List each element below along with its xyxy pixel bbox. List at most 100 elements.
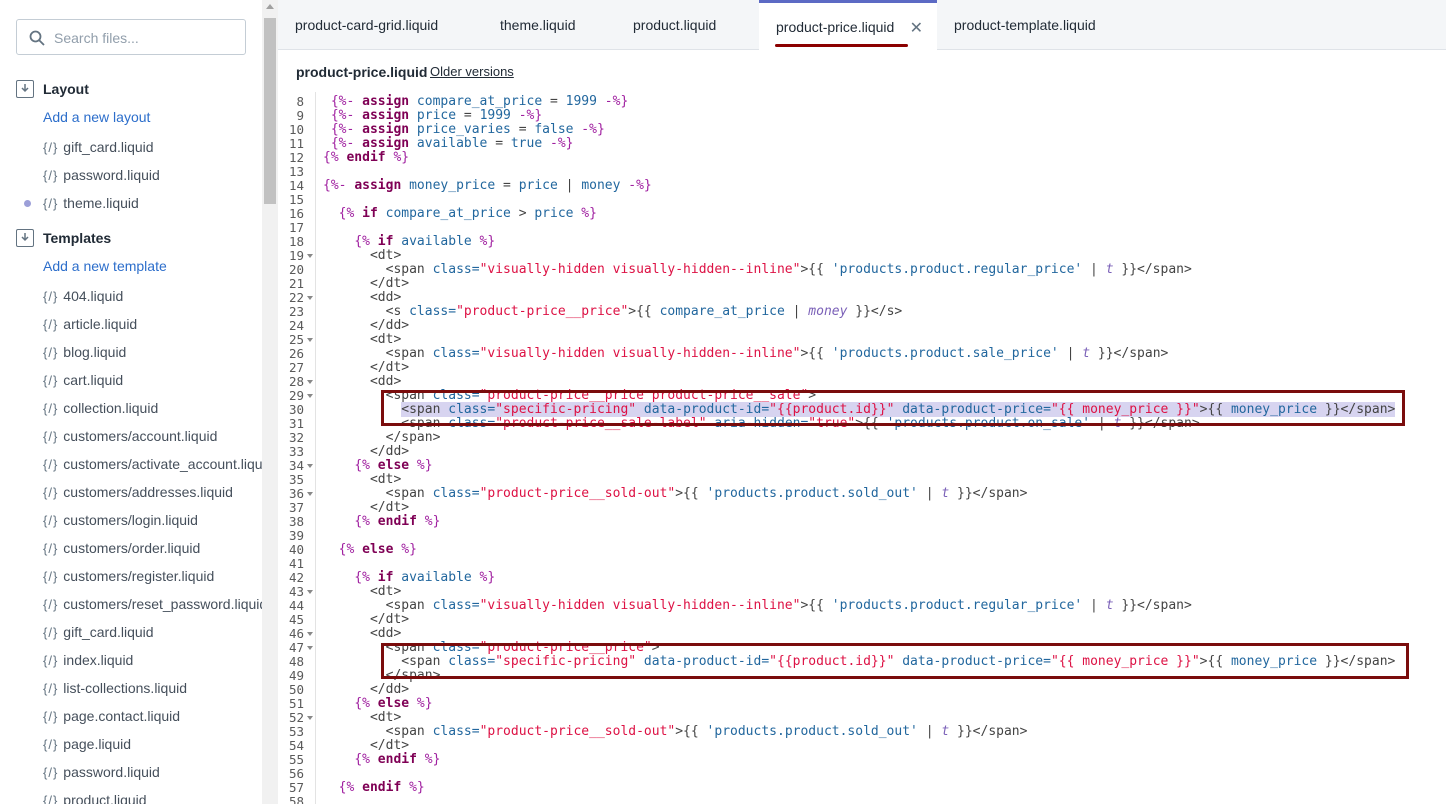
folder-download-icon	[16, 229, 34, 247]
tab-label: product-price.liquid	[776, 19, 895, 35]
sidebar-file-item[interactable]: {/} password.liquid	[43, 762, 160, 782]
fold-arrow-icon[interactable]	[307, 380, 313, 384]
sidebar-file-item[interactable]: {/} gift_card.liquid	[43, 622, 154, 642]
sidebar-file-label: 404.liquid	[63, 288, 124, 304]
line-number: 39	[288, 528, 304, 543]
sidebar-file-label: gift_card.liquid	[63, 139, 154, 155]
code-line: {% endif %}	[354, 514, 441, 529]
code-line: <span class="visually-hidden visually-hi…	[385, 262, 1192, 277]
annotation-box	[381, 390, 1405, 426]
code-line: <dt>	[369, 248, 402, 263]
file-sidebar: Search files... Layout Add a new layout …	[0, 0, 262, 804]
line-number: 22	[288, 290, 304, 305]
sidebar-file-label: theme.liquid	[63, 195, 139, 211]
liquid-file-icon: {/}	[43, 652, 59, 668]
line-number: 13	[288, 164, 304, 179]
code-line: <span class="product-price__sold-out">{{…	[385, 486, 1028, 501]
scrollbar-thumb[interactable]	[264, 18, 276, 204]
sidebar-scrollbar[interactable]	[262, 0, 278, 804]
scroll-up-arrow[interactable]	[266, 4, 274, 9]
fold-arrow-icon[interactable]	[307, 254, 313, 258]
sidebar-file-item[interactable]: {/} customers/account.liquid	[43, 426, 217, 446]
tab-product[interactable]: product.liquid	[616, 0, 746, 50]
sidebar-file-label: customers/activate_account.liquid	[63, 456, 262, 472]
sidebar-file-item[interactable]: {/} article.liquid	[43, 314, 137, 334]
folder-download-icon	[16, 80, 34, 98]
add-template-link[interactable]: Add a new template	[43, 258, 167, 274]
line-number: 56	[288, 766, 304, 781]
code-line: {% endif %}	[338, 780, 425, 795]
annotation-box	[381, 643, 1409, 679]
sidebar-file-item[interactable]: {/} theme.liquid	[43, 193, 139, 213]
code-line: <dt>	[369, 710, 402, 725]
liquid-file-icon: {/}	[43, 596, 59, 612]
tab-theme[interactable]: theme.liquid	[483, 0, 603, 50]
fold-arrow-icon[interactable]	[307, 464, 313, 468]
layout-section-header[interactable]: Layout	[16, 78, 89, 100]
fold-arrow-icon[interactable]	[307, 716, 313, 720]
sidebar-file-item[interactable]: {/} customers/activate_account.liquid	[43, 454, 262, 474]
fold-arrow-icon[interactable]	[307, 646, 313, 650]
line-number: 50	[288, 682, 304, 697]
code-line: <dt>	[369, 584, 402, 599]
sidebar-file-item[interactable]: {/} customers/login.liquid	[43, 510, 198, 530]
fold-arrow-icon[interactable]	[307, 632, 313, 636]
sidebar-file-item[interactable]: {/} cart.liquid	[43, 370, 123, 390]
line-number: 52	[288, 710, 304, 725]
code-line: <dt>	[369, 332, 402, 347]
line-number-gutter: 8 9 10 11 12 13 14 15 16 17 18 19 20 21 22 23 24 25 26 27 28…	[278, 92, 316, 804]
sidebar-file-item[interactable]: {/} 404.liquid	[43, 286, 123, 306]
search-input[interactable]: Search files...	[16, 19, 246, 55]
line-number: 11	[288, 136, 304, 151]
code-line: <span class="visually-hidden visually-hi…	[385, 346, 1169, 361]
line-number: 24	[288, 318, 304, 333]
sidebar-file-item[interactable]: {/} customers/addresses.liquid	[43, 482, 233, 502]
fold-arrow-icon[interactable]	[307, 338, 313, 342]
liquid-file-icon: {/}	[43, 736, 59, 752]
close-icon[interactable]: ✕	[910, 18, 923, 38]
templates-section-header[interactable]: Templates	[16, 227, 111, 249]
code-editor[interactable]: 8 9 10 11 12 13 14 15 16 17 18 19 20 21 22 23 24 25 26 27 28…	[278, 92, 1446, 804]
code-line: <dt>	[369, 472, 402, 487]
sidebar-file-item[interactable]: {/} product.liquid	[43, 790, 147, 804]
code-line: {%- assign available = true -%}	[330, 136, 574, 151]
older-versions-link[interactable]: Older versions	[430, 64, 514, 79]
sidebar-file-item[interactable]: {/} collection.liquid	[43, 398, 158, 418]
code-line: {%- assign price_varies = false -%}	[330, 122, 605, 137]
line-number: 28	[288, 374, 304, 389]
fold-arrow-icon[interactable]	[307, 590, 313, 594]
sidebar-file-item[interactable]: {/} page.contact.liquid	[43, 706, 180, 726]
fold-arrow-icon[interactable]	[307, 492, 313, 496]
sidebar-file-item[interactable]: {/} customers/order.liquid	[43, 538, 200, 558]
liquid-file-icon: {/}	[43, 456, 59, 472]
sidebar-file-item[interactable]: {/} password.liquid	[43, 165, 160, 185]
sidebar-file-item[interactable]: {/} customers/reset_password.liquid	[43, 594, 262, 614]
sidebar-file-item[interactable]: {/} blog.liquid	[43, 342, 126, 362]
add-layout-link[interactable]: Add a new layout	[43, 109, 150, 125]
sidebar-file-item[interactable]: {/} page.liquid	[43, 734, 131, 754]
file-header: product-price.liquid Older versions	[278, 50, 1446, 92]
tab-product-price[interactable]: product-price.liquid ✕	[759, 0, 937, 51]
layout-section-title: Layout	[43, 81, 89, 97]
liquid-file-icon: {/}	[43, 428, 59, 444]
line-number: 29	[288, 388, 304, 403]
tab-product-template[interactable]: product-template.liquid	[937, 0, 1117, 50]
sidebar-file-item[interactable]: {/} list-collections.liquid	[43, 678, 187, 698]
fold-arrow-icon[interactable]	[307, 296, 313, 300]
line-number: 18	[288, 234, 304, 249]
code-line: {% else %}	[338, 542, 417, 557]
sidebar-file-label: password.liquid	[63, 167, 160, 183]
tab-product-card-grid[interactable]: product-card-grid.liquid	[278, 0, 458, 50]
sidebar-file-item[interactable]: {/} index.liquid	[43, 650, 133, 670]
line-number: 30	[288, 402, 304, 417]
liquid-file-icon: {/}	[43, 764, 59, 780]
line-number: 10	[288, 122, 304, 137]
sidebar-file-label: index.liquid	[63, 652, 134, 668]
code-line: {% if available %}	[354, 234, 496, 249]
line-number: 57	[288, 780, 304, 795]
tab-label: product.liquid	[633, 17, 717, 33]
fold-arrow-icon[interactable]	[307, 394, 313, 398]
sidebar-file-item[interactable]: {/} gift_card.liquid	[43, 137, 154, 157]
sidebar-file-item[interactable]: {/} customers/register.liquid	[43, 566, 214, 586]
liquid-file-icon: {/}	[43, 484, 59, 500]
